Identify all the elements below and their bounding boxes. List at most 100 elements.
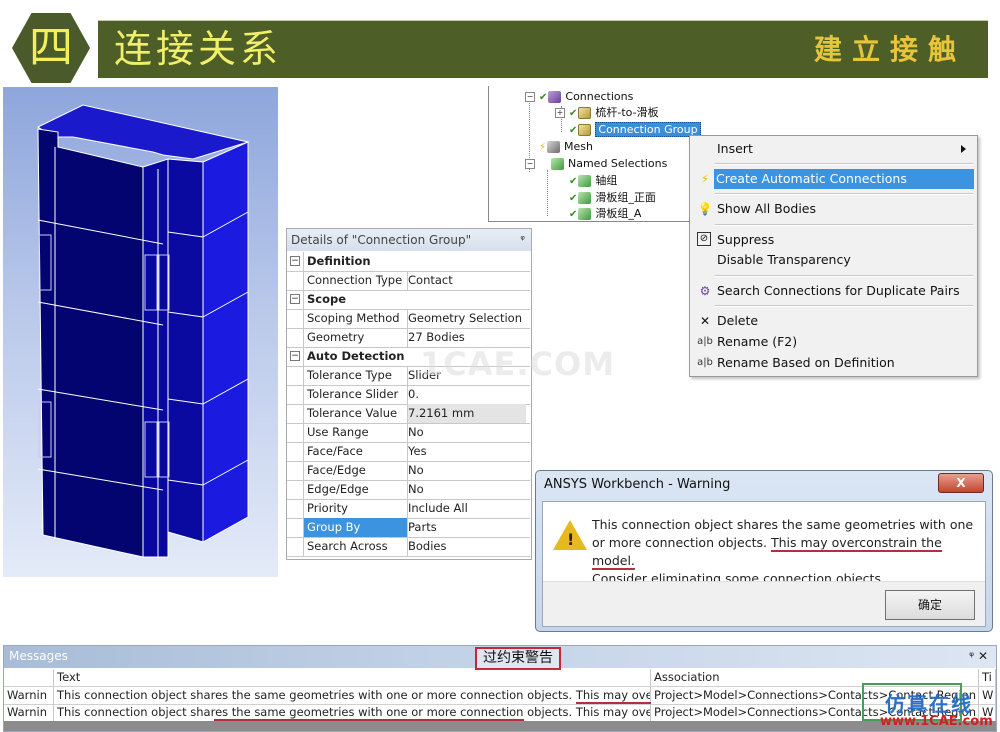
tree-item-named-selections[interactable]: − Named Selections xyxy=(525,156,667,172)
property-name: Group By xyxy=(304,518,408,537)
site-url: www.1CAE.com xyxy=(880,714,993,729)
section-label: Definition xyxy=(307,254,371,268)
property-name: Tolerance Slider xyxy=(304,385,408,404)
property-name: Face/Face xyxy=(304,442,408,461)
details-section[interactable]: − Definition xyxy=(287,252,530,272)
mesh-icon xyxy=(547,141,561,153)
named-selection-icon xyxy=(578,192,592,204)
lightning-icon: ⚡ xyxy=(700,172,710,186)
tree-item-mesh[interactable]: ⚡ Mesh xyxy=(539,139,593,155)
property-value[interactable]: No xyxy=(408,423,526,442)
property-value[interactable]: Include All xyxy=(408,499,526,518)
menu-item-search-duplicate-pairs[interactable]: ⚙ Search Connections for Duplicate Pairs xyxy=(692,281,974,301)
page-title: 连接关系 xyxy=(114,27,283,71)
dialog-message: This connection object shares the same g… xyxy=(592,517,974,586)
column-header-time[interactable]: Ti xyxy=(979,669,996,686)
details-property-row[interactable]: Group By Parts xyxy=(287,518,530,538)
contact-group-icon xyxy=(578,107,592,119)
panel-controls[interactable]: ᵠ ✕ xyxy=(969,649,988,663)
lightning-status-icon: ⚡ xyxy=(539,142,547,153)
property-value[interactable]: Yes xyxy=(408,442,526,461)
property-value[interactable]: Geometry Selection xyxy=(408,309,526,328)
ok-button[interactable]: 确定 xyxy=(885,590,975,620)
property-name: Tolerance Type xyxy=(304,366,408,385)
property-value: 7.2161 mm xyxy=(408,404,526,423)
submenu-arrow-icon xyxy=(961,145,966,153)
page-subtitle: 建立接触 xyxy=(813,33,966,66)
property-name: Search Across xyxy=(304,537,408,556)
property-value[interactable]: No xyxy=(408,461,526,480)
tree-item-named-selection[interactable]: ✔ 滑板组_A xyxy=(569,206,641,222)
title-banner: 连接关系 建立接触 xyxy=(98,20,988,78)
tree-item-connection-group[interactable]: ✔ Connection Group xyxy=(569,122,701,138)
connections-icon xyxy=(548,91,562,103)
menu-item-insert[interactable]: Insert xyxy=(692,139,974,159)
property-name: Scoping Method xyxy=(304,309,408,328)
site-logo: 仿真在线 xyxy=(885,692,973,716)
menu-item-delete[interactable]: ✕ Delete xyxy=(692,311,974,331)
section-label: Scope xyxy=(307,292,347,306)
watermark: 1CAE.COM xyxy=(420,345,616,383)
collapse-icon[interactable]: − xyxy=(290,351,300,361)
menu-item-rename-based-on-definition[interactable]: a|b Rename Based on Definition xyxy=(692,353,974,373)
property-value[interactable]: Bodies xyxy=(408,537,526,556)
tree-item-named-selection[interactable]: ✔ 轴组 xyxy=(569,173,617,189)
details-property-row[interactable]: Face/Face Yes xyxy=(287,442,530,462)
menu-item-create-automatic-connections[interactable]: Create Automatic Connections xyxy=(714,169,974,189)
details-property-row[interactable]: Edge/Edge No xyxy=(287,480,530,500)
lightbulb-icon: 💡 xyxy=(697,202,713,216)
named-selection-icon xyxy=(578,175,592,187)
outline-tree: − ✔ Connections + ✔ 梳杆-to-滑板 ✔ Connection Gro… xyxy=(488,86,701,222)
tree-item-connections[interactable]: − ✔ Connections xyxy=(525,89,633,105)
contact-group-icon xyxy=(578,124,592,136)
collapse-icon[interactable]: − xyxy=(525,159,535,169)
tree-item-contact-1[interactable]: + ✔ 梳杆-to-滑板 xyxy=(555,105,659,121)
menu-item-show-all-bodies[interactable]: 💡 Show All Bodies xyxy=(692,199,974,219)
pin-icon[interactable]: ᵠ xyxy=(520,229,525,251)
message-row[interactable]: Warnin This connection object shares the… xyxy=(4,687,996,705)
section-number: 四 xyxy=(29,22,73,73)
messages-header-row: Text Association Ti xyxy=(4,669,996,687)
details-property-row[interactable]: Face/Edge No xyxy=(287,461,530,481)
check-icon: ✔ xyxy=(569,125,578,136)
suppress-icon: ⊘ xyxy=(697,232,711,246)
details-property-row[interactable]: Tolerance Value 7.2161 mm xyxy=(287,404,530,424)
check-icon: ✔ xyxy=(569,193,578,204)
menu-item-suppress[interactable]: ⊘ Suppress xyxy=(692,230,974,250)
geometry-viewport[interactable] xyxy=(3,87,278,577)
details-property-row[interactable]: Use Range No xyxy=(287,423,530,443)
collapse-icon[interactable]: − xyxy=(290,256,300,266)
collapse-icon[interactable]: − xyxy=(290,294,300,304)
expand-icon[interactable]: + xyxy=(555,108,565,118)
menu-item-rename[interactable]: a|b Rename (F2) xyxy=(692,332,974,352)
property-name: Connection Type xyxy=(304,271,408,290)
property-value[interactable]: No xyxy=(408,480,526,499)
check-icon: ✔ xyxy=(569,176,578,187)
delete-x-icon: ✕ xyxy=(699,314,711,328)
messages-panel: Messages ᵠ ✕ 过约束警告 Text Association Ti W… xyxy=(3,645,997,732)
property-value[interactable]: Contact xyxy=(408,271,526,290)
check-icon: ✔ xyxy=(569,209,578,220)
collapse-icon[interactable]: − xyxy=(525,92,535,102)
details-property-row[interactable]: Scoping Method Geometry Selection xyxy=(287,309,530,329)
details-property-row[interactable]: Tolerance Slider 0. xyxy=(287,385,530,405)
close-button[interactable]: X xyxy=(938,473,984,493)
overconstraint-annotation: 过约束警告 xyxy=(475,647,561,670)
details-section[interactable]: − Scope xyxy=(287,290,530,310)
tree-item-named-selection[interactable]: ✔ 滑板组_正面 xyxy=(569,190,656,206)
details-title: Details of "Connection Group" ᵠ xyxy=(287,229,531,251)
rename-icon: a|b xyxy=(697,336,713,347)
property-value[interactable]: Parts xyxy=(408,518,526,537)
property-value[interactable]: 0. xyxy=(408,385,526,404)
details-property-row[interactable]: Search Across Bodies xyxy=(287,537,530,557)
column-header-text[interactable]: Text xyxy=(54,669,651,686)
property-name: Edge/Edge xyxy=(304,480,408,499)
details-property-row[interactable]: Connection Type Contact xyxy=(287,271,530,291)
check-icon: ✔ xyxy=(569,108,578,119)
rename-icon: a|b xyxy=(697,357,713,368)
details-property-row[interactable]: Priority Include All xyxy=(287,499,530,519)
property-name: Geometry xyxy=(304,328,408,347)
check-icon: ✔ xyxy=(539,92,548,103)
red-underline xyxy=(576,702,651,704)
menu-item-disable-transparency[interactable]: Disable Transparency xyxy=(692,250,974,270)
